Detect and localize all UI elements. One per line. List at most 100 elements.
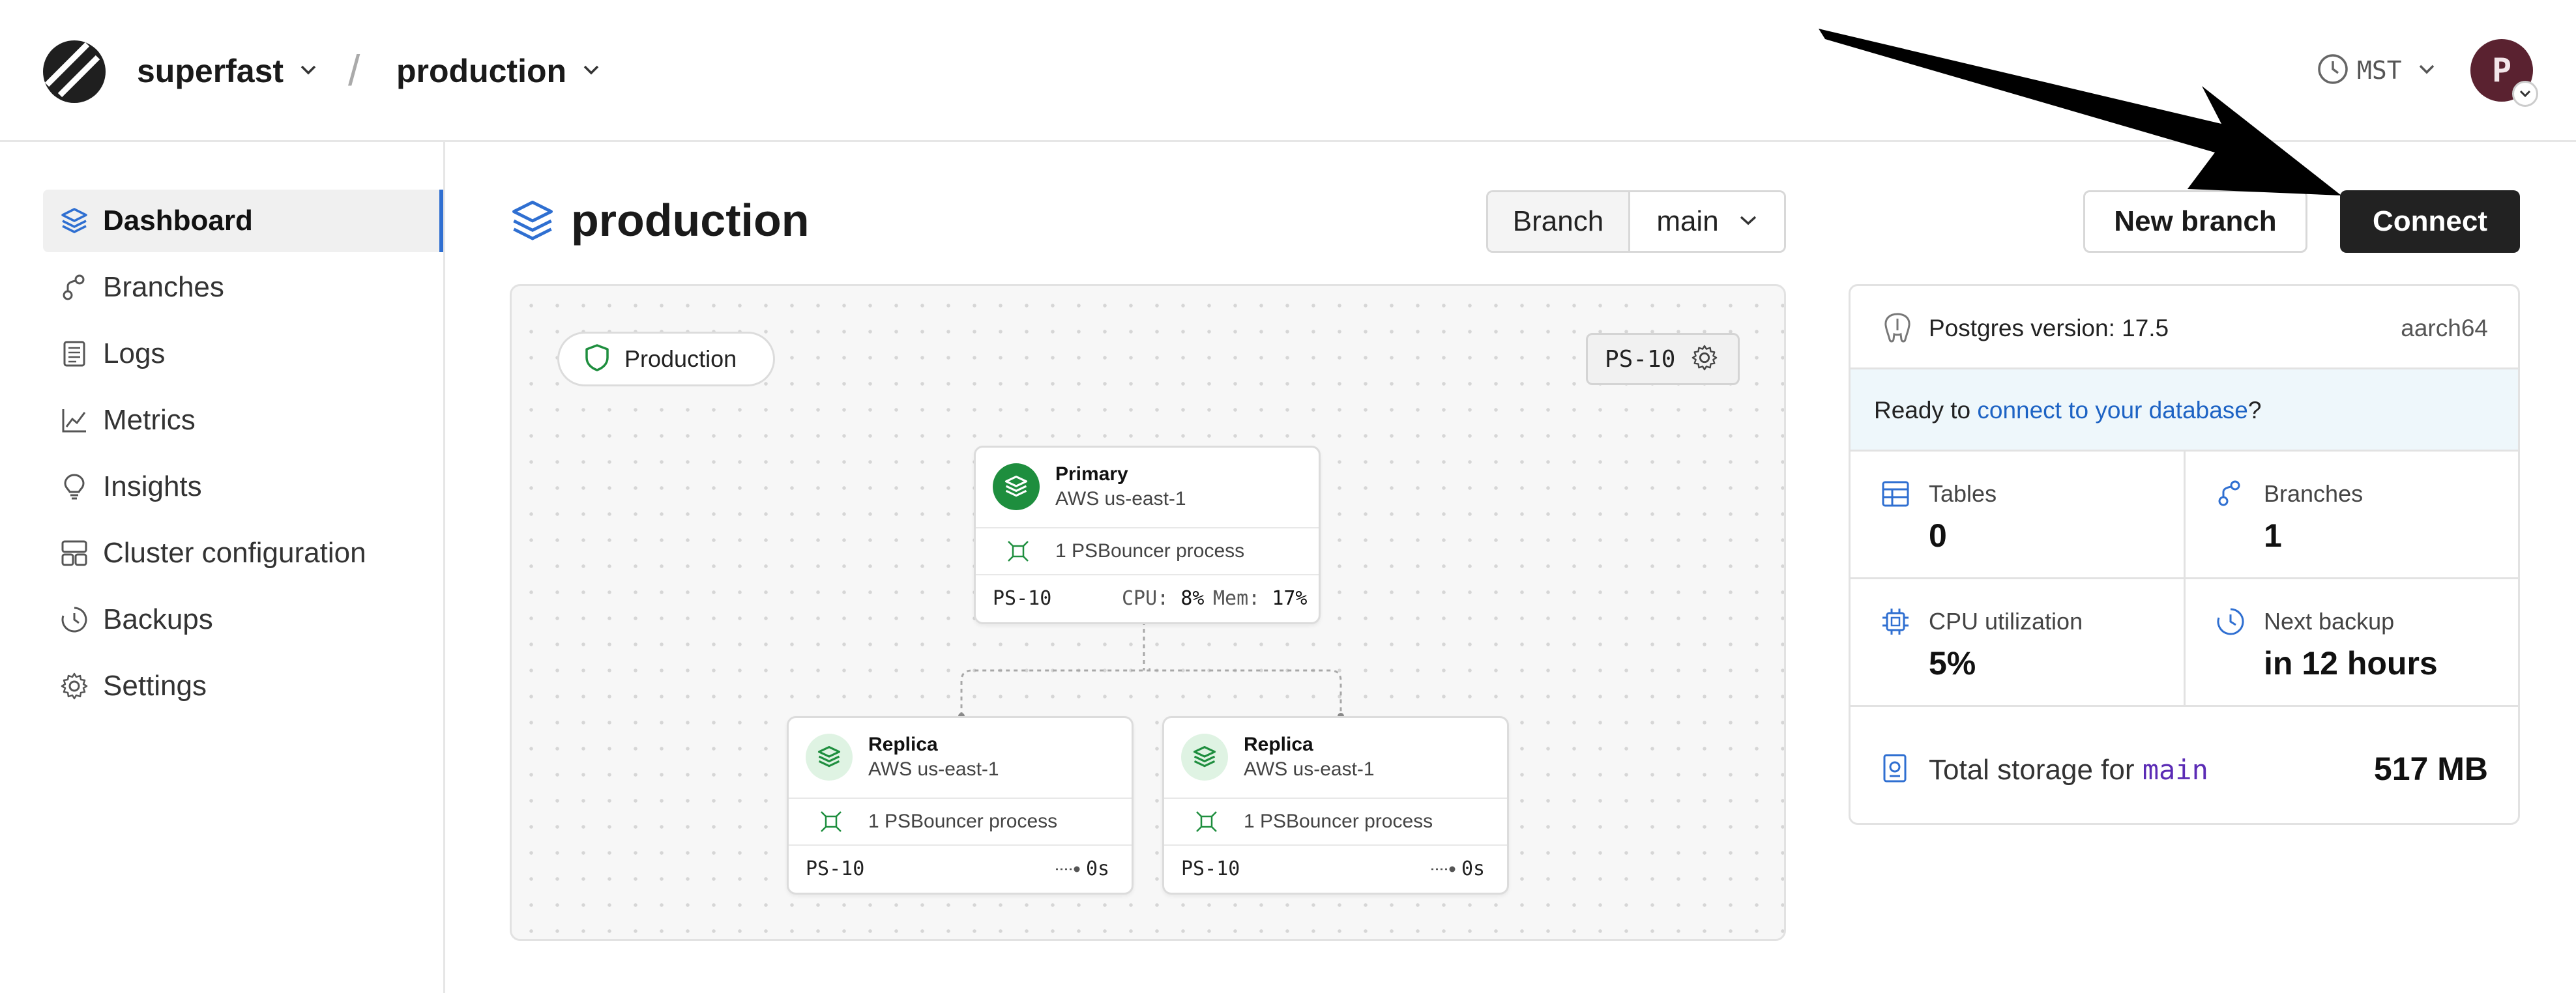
stat-branches: Branches 1 [2186,452,2518,579]
sidebar-item-settings[interactable]: Settings [43,655,443,717]
architecture-label: aarch64 [2401,315,2488,341]
org-switcher[interactable]: superfast [137,50,317,93]
sidebar-item-label: Metrics [103,404,196,436]
sidebar-item-label: Backups [103,603,213,635]
primary-node-stats: PS-10 CPU: 8% Mem: 17% [976,575,1319,622]
timezone-selector[interactable]: MST [2317,52,2436,89]
chevron-down-icon [1738,214,1758,230]
sidebar-item-label: Logs [103,338,166,369]
cpu-value: 8% [1180,587,1205,610]
page-title: production [571,195,810,246]
replica-node-stats: PS-10 0s [789,846,1132,893]
node-plan: PS-10 [1181,857,1240,880]
logs-icon [59,338,90,369]
table-icon [1881,479,1910,512]
sidebar-item-logs[interactable]: Logs [43,323,443,385]
node-region: AWS us-east-1 [868,758,999,780]
replica-node[interactable]: Replica AWS us-east-1 1 PSBouncer proces… [1162,716,1509,895]
stat-cpu-utilization: CPU utilization 5% [1851,579,2186,707]
new-branch-button[interactable]: New branch [2083,190,2307,253]
layers-icon [806,734,853,781]
replication-lag: 0s [1086,857,1110,880]
stat-value: 5% [1929,645,1976,682]
replication-lag-icon [1055,864,1081,878]
sidebar-item-metrics[interactable]: Metrics [43,389,443,452]
sidebar-nav: Dashboard Branches Logs Metrics Insights… [0,142,445,993]
replica-node-header: Replica AWS us-east-1 [1164,718,1507,799]
node-region: AWS us-east-1 [1244,758,1375,780]
sidebar-item-label: Settings [103,670,207,702]
primary-node-header: Primary AWS us-east-1 [976,448,1319,528]
ready-suffix: ? [2247,397,2262,424]
database-name: production [396,53,567,89]
sidebar-item-cluster-configuration[interactable]: Cluster configuration [43,522,443,584]
stat-label: Tables [1929,480,1997,507]
sidebar-item-label: Cluster configuration [103,537,366,569]
timezone-label: MST [2357,56,2402,85]
node-plan: PS-10 [993,587,1052,610]
layers-icon [1181,734,1228,781]
primary-node[interactable]: Primary AWS us-east-1 1 PSBouncer proces… [974,446,1321,624]
sidebar-item-insights[interactable]: Insights [43,455,443,518]
node-mem: Mem: 17% [1213,587,1308,610]
process-count: 1 PSBouncer process [1055,540,1245,562]
process-count: 1 PSBouncer process [1244,811,1433,832]
backup-clock-icon [59,604,90,635]
database-switcher[interactable]: production [396,50,600,93]
page-title-icon [510,198,555,244]
avatar-initial: P [2491,51,2512,89]
storage-value: 517 MB [2373,751,2488,787]
replica-node[interactable]: Replica AWS us-east-1 1 PSBouncer proces… [787,716,1134,895]
org-name: superfast [137,53,284,89]
postgres-row: Postgres version: 17.5 aarch64 [1851,286,2518,369]
branch-icon [2216,479,2244,511]
clock-icon [2317,53,2349,89]
top-header: superfast / production MST P [0,0,2576,142]
branch-selector-value: main [1656,205,1719,237]
chevron-down-icon [2512,81,2538,107]
stat-value: 1 [2264,517,2282,554]
node-title: Primary [1055,463,1128,485]
database-overview-panel: Postgres version: 17.5 aarch64 Ready to … [1849,284,2520,825]
replica-node-process: 1 PSBouncer process [789,799,1132,846]
stat-label: CPU utilization [1929,608,2083,635]
stat-label: Next backup [2264,608,2395,635]
stat-label: Branches [2264,480,2364,507]
storage-branch: main [2142,754,2208,786]
node-cpu: CPU: 8% [1122,587,1204,610]
ready-prefix: Ready to [1874,397,1978,424]
primary-node-process: 1 PSBouncer process [976,528,1319,575]
branch-selector-value-wrap[interactable]: main [1630,192,1784,251]
process-icon [1194,809,1219,837]
sidebar-item-backups[interactable]: Backups [43,588,443,651]
breadcrumb-separator: / [348,46,360,94]
cluster-diagram-canvas[interactable]: Production PS-10 Primary AWS us-east-1 1… [510,284,1786,941]
replica-node-stats: PS-10 0s [1164,846,1507,893]
process-icon [1006,539,1031,567]
avatar[interactable]: P [2470,39,2538,107]
cpu-label: CPU: [1122,587,1169,610]
storage-icon [1881,753,1909,787]
replica-node-process: 1 PSBouncer process [1164,799,1507,846]
sidebar-item-branches[interactable]: Branches [43,256,443,319]
sidebar-item-label: Dashboard [103,205,253,237]
postgres-elephant-icon [1881,311,1914,348]
mem-label: Mem: [1213,587,1261,610]
stat-next-backup: Next backup in 12 hours [2186,579,2518,707]
chevron-down-icon [299,63,317,79]
process-count: 1 PSBouncer process [868,811,1058,832]
layers-icon [993,463,1040,510]
connect-button[interactable]: Connect [2340,190,2520,253]
gear-icon [59,670,90,702]
node-title: Replica [1244,734,1313,755]
sidebar-item-dashboard[interactable]: Dashboard [43,190,443,252]
planetscale-logo-icon[interactable] [42,39,107,104]
connect-database-link[interactable]: connect to your database [1977,397,2248,424]
replication-lag: 0s [1461,857,1486,880]
clock-icon [2216,607,2246,640]
process-icon [819,809,843,837]
branch-selector[interactable]: Branch main [1486,190,1786,253]
chevron-down-icon [582,63,600,79]
stat-value: in 12 hours [2264,645,2438,682]
node-region: AWS us-east-1 [1055,488,1186,510]
